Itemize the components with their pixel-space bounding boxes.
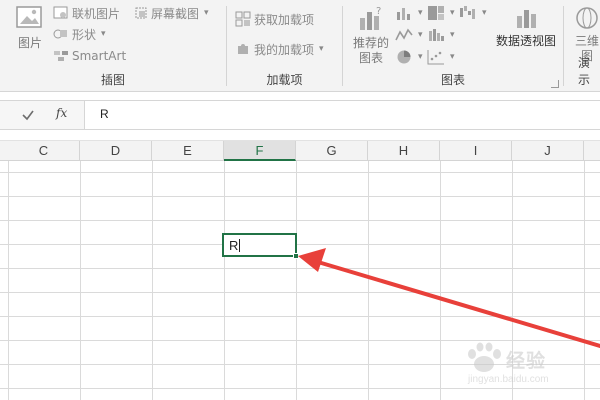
watermark: 经验 jingyan.baidu.com xyxy=(462,340,592,396)
recommended-charts-line1: 推荐的 xyxy=(352,36,389,50)
formula-input[interactable]: R xyxy=(86,101,600,129)
gridline xyxy=(0,244,600,245)
ribbon: 图片 联机图片 形状 ▾ SmartArt 屏幕截图 ▾ 插图 获取加载项 我的… xyxy=(0,0,600,92)
baidu-paw-icon xyxy=(468,342,501,372)
3d-map-line1: 三维 xyxy=(574,34,599,48)
online-pictures-label: 联机图片 xyxy=(72,6,121,21)
formula-bar: fx R xyxy=(0,100,600,130)
chevron-down-icon: ▾ xyxy=(101,29,106,39)
gridline xyxy=(0,316,600,317)
gridline xyxy=(0,172,600,173)
column-header-h[interactable]: H xyxy=(368,141,440,161)
recommended-charts-line2: 图表 xyxy=(358,51,383,65)
illustrations-group: 图片 联机图片 形状 ▾ SmartArt 屏幕截图 ▾ 插图 xyxy=(0,0,226,92)
svg-text:?: ? xyxy=(376,6,381,17)
tours-group-label: 演示 xyxy=(578,56,591,87)
chevron-down-icon: ▾ xyxy=(204,8,209,18)
column-chart-icon xyxy=(397,8,410,20)
gridline xyxy=(0,292,600,293)
gridline xyxy=(0,220,600,221)
line-chart-button[interactable]: ▾ xyxy=(395,26,423,44)
shapes-label: 形状 xyxy=(72,27,97,42)
get-addins-button[interactable]: 获取加载项 xyxy=(235,10,314,28)
fill-handle[interactable] xyxy=(293,253,299,259)
line-chart-icon xyxy=(395,28,413,41)
online-pictures-button[interactable]: 联机图片 xyxy=(53,4,120,22)
shapes-button[interactable]: 形状 ▾ xyxy=(53,25,106,43)
smartart-icon xyxy=(54,51,68,61)
screenshot-icon xyxy=(135,7,147,19)
addins-group-label: 加载项 xyxy=(266,73,303,87)
smartart-label: SmartArt xyxy=(72,49,127,63)
chevron-down-icon: ▾ xyxy=(450,30,455,40)
chevron-down-icon: ▾ xyxy=(450,52,455,62)
charts-group: ? 推荐的 图表 ▾ ▾ ▾ ▾ ▾ ▾ ▾ 数据透视图 图表 xyxy=(343,0,563,92)
gridline xyxy=(0,268,600,269)
charts-group-label: 图表 xyxy=(440,73,465,87)
scatter-chart-icon xyxy=(427,50,444,65)
hierarchy-chart-button[interactable]: ▾ xyxy=(427,4,455,22)
pictures-label: 图片 xyxy=(17,36,42,50)
checkmark-icon[interactable] xyxy=(20,107,36,123)
column-header-j[interactable]: J xyxy=(512,141,584,161)
store-icon xyxy=(235,11,251,27)
screenshot-button[interactable]: 屏幕截图 ▾ xyxy=(134,4,209,22)
pictures-button[interactable]: 图片 xyxy=(12,4,48,51)
puzzle-icon xyxy=(238,44,248,54)
online-pictures-icon xyxy=(53,6,68,19)
column-headers: C D E F G H I J xyxy=(0,140,600,161)
statistic-chart-button[interactable]: ▾ xyxy=(427,26,455,44)
chevron-down-icon: ▾ xyxy=(418,8,423,18)
addins-group: 获取加载项 我的加载项 ▾ 加载项 xyxy=(227,0,342,92)
illustrations-group-label: 插图 xyxy=(100,73,125,87)
active-cell[interactable]: R xyxy=(222,233,297,257)
column-header-c[interactable]: C xyxy=(8,141,80,161)
column-header-g[interactable]: G xyxy=(296,141,368,161)
column-header-e[interactable]: E xyxy=(152,141,224,161)
get-addins-label: 获取加载项 xyxy=(254,12,315,27)
recommended-charts-icon: ? xyxy=(360,6,381,30)
screenshot-label: 屏幕截图 xyxy=(151,6,200,21)
chevron-down-icon: ▾ xyxy=(319,44,324,54)
active-cell-value: R xyxy=(229,238,239,253)
column-header-i[interactable]: I xyxy=(440,141,512,161)
smartart-button[interactable]: SmartArt xyxy=(53,47,126,65)
tours-group: 三维 图 演示 xyxy=(564,0,600,92)
statistic-chart-icon xyxy=(429,29,444,41)
chevron-down-icon: ▾ xyxy=(418,30,423,40)
pie-chart-button[interactable]: ▾ xyxy=(395,48,423,66)
column-header-d[interactable]: D xyxy=(80,141,152,161)
watermark-url: jingyan.baidu.com xyxy=(468,374,549,385)
chevron-down-icon: ▾ xyxy=(482,8,487,18)
watermark-text: 经验 xyxy=(506,350,547,372)
column-chart-button[interactable]: ▾ xyxy=(395,4,423,22)
pivotchart-label: 数据透视图 xyxy=(495,34,556,48)
pivotchart-button[interactable]: 数据透视图 xyxy=(491,4,561,49)
insert-function-button[interactable]: fx xyxy=(56,106,67,120)
hierarchy-chart-icon xyxy=(428,6,444,20)
pie-chart-icon xyxy=(397,50,411,64)
gridline xyxy=(0,196,600,197)
recommended-charts-button[interactable]: ? 推荐的 图表 xyxy=(351,4,391,66)
chevron-down-icon: ▾ xyxy=(450,8,455,18)
my-addins-label: 我的加载项 xyxy=(254,42,315,57)
text-cursor xyxy=(239,239,241,252)
pivotchart-icon xyxy=(517,10,536,28)
shapes-icon xyxy=(53,29,67,39)
column-header-f[interactable]: F xyxy=(224,141,296,161)
chevron-down-icon: ▾ xyxy=(418,52,423,62)
picture-icon xyxy=(16,6,42,28)
waterfall-chart-icon xyxy=(460,6,475,19)
waterfall-chart-button[interactable]: ▾ xyxy=(459,4,487,22)
globe-icon xyxy=(576,7,598,29)
my-addins-button[interactable]: 我的加载项 ▾ xyxy=(235,40,324,58)
formula-bar-controls: fx xyxy=(0,101,85,129)
scatter-chart-button[interactable]: ▾ xyxy=(427,48,455,66)
